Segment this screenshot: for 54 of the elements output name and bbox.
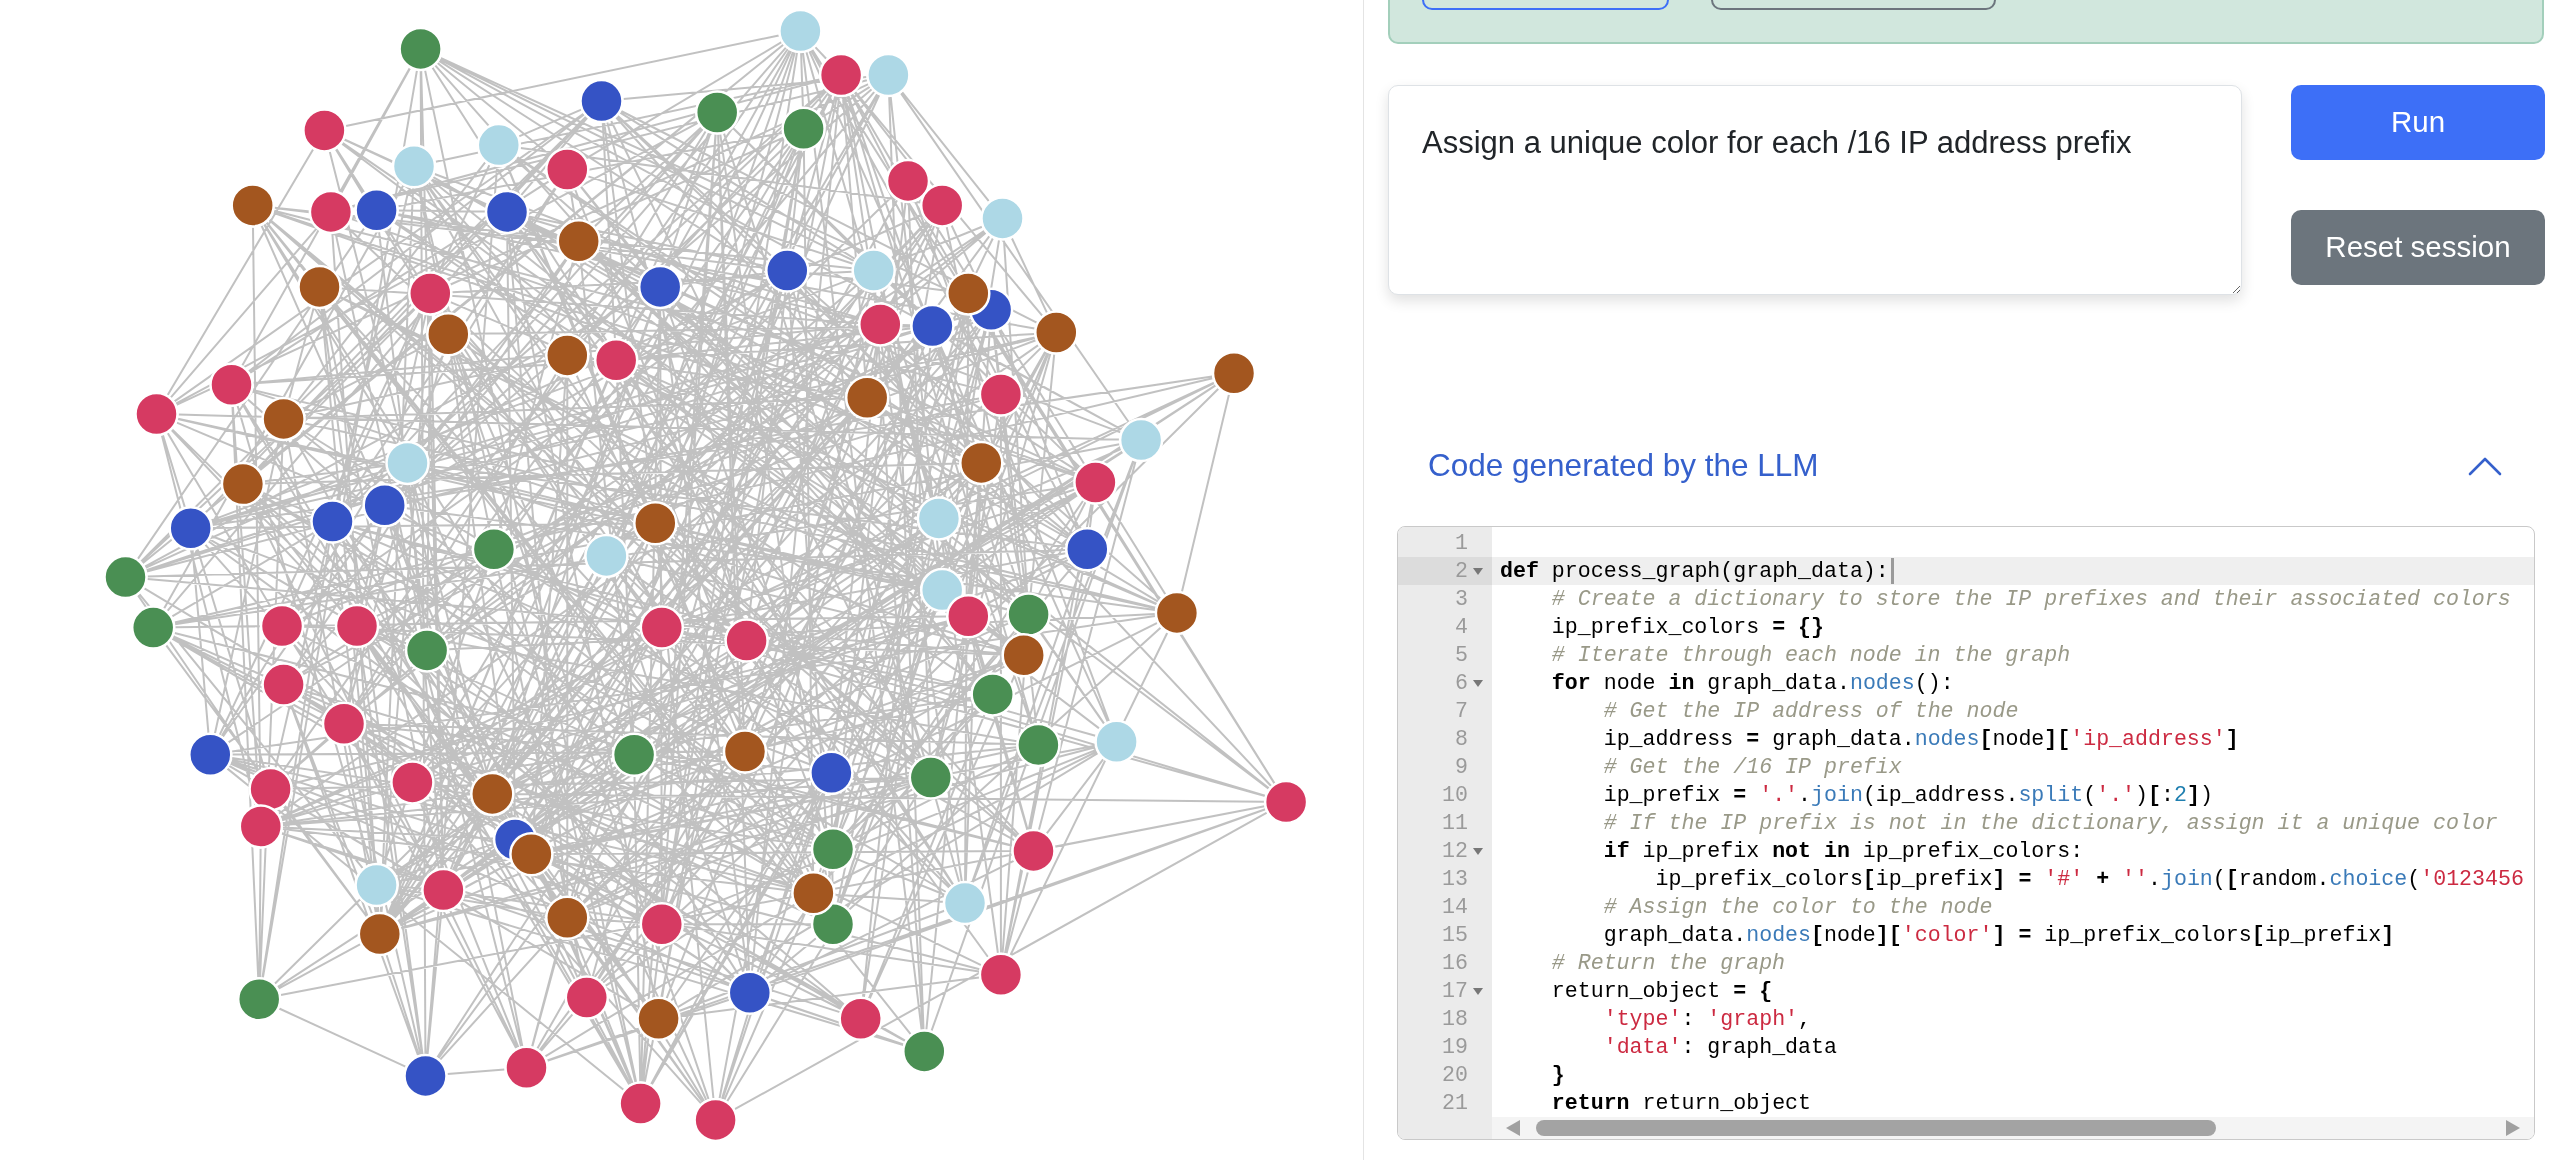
run-button[interactable]: Run (2291, 85, 2545, 160)
scrollbar-track[interactable] (1492, 1117, 2534, 1139)
line-number: 5 (1455, 642, 1468, 669)
line-number: 2 (1455, 558, 1468, 585)
fold-caret-icon[interactable] (1473, 679, 1483, 687)
fold-caret-icon[interactable] (1473, 567, 1483, 575)
line-number: 8 (1455, 726, 1468, 753)
text-cursor (1890, 558, 1894, 584)
scrollbar-thumb[interactable] (1536, 1120, 2216, 1136)
line-number: 12 (1442, 838, 1468, 865)
line-number: 21 (1442, 1090, 1468, 1117)
line-number: 4 (1455, 614, 1468, 641)
code-line: for node in graph_data.nodes(): (1551, 670, 1954, 697)
line-number: 9 (1455, 754, 1468, 781)
scroll-left-arrow-icon[interactable] (1506, 1120, 1520, 1136)
line-number: 6 (1455, 670, 1468, 697)
line-number: 3 (1455, 586, 1468, 613)
code-line: # Return the graph (1551, 950, 1786, 977)
code-line: # Iterate through each node in the graph (1551, 642, 2071, 669)
code-line: ip_prefix = '.'.join(ip_address.split('.')[:2]) (1603, 782, 2213, 809)
code-line: return_object = { (1551, 978, 1773, 1005)
code-line: # Get the /16 IP prefix (1603, 754, 1902, 781)
line-number: 16 (1442, 950, 1468, 977)
prompt-field[interactable]: Assign a unique color for each /16 IP address prefix (1388, 85, 2242, 295)
fold-caret-icon[interactable] (1473, 987, 1483, 995)
code-line: ip_prefix_colors[ip_prefix] = '#' + ''.join([random.choice('0123456 (1655, 866, 2524, 893)
code-line: ip_prefix_colors = {} (1551, 614, 1824, 641)
accordion-header[interactable]: Code generated by the LLM (1388, 420, 2544, 512)
fold-caret-icon[interactable] (1473, 847, 1483, 855)
line-number: 15 (1442, 922, 1468, 949)
code-line: if ip_prefix not in ip_prefix_colors: (1603, 838, 2084, 865)
line-number: 17 (1442, 978, 1468, 1005)
code-line: } (1551, 1062, 1565, 1089)
code-line: # Create a dictionary to store the IP prefixes and their associated colors (1551, 586, 2511, 613)
code-line: def process_graph(graph_data): (1500, 558, 1889, 585)
code-line: return return_object (1551, 1090, 1811, 1117)
line-number: 20 (1442, 1062, 1468, 1089)
scroll-right-arrow-icon[interactable] (2506, 1120, 2520, 1136)
code-line: ip_address = graph_data.nodes[node]['ip_address'] (1603, 726, 2239, 753)
code-line: # Get the IP address of the node (1603, 698, 2019, 725)
code-line: 'data': graph_data (1603, 1034, 1837, 1061)
reset-session-button[interactable]: Reset session (2291, 210, 2545, 285)
code-line: # Assign the color to the node (1603, 894, 1993, 921)
line-number: 13 (1442, 866, 1468, 893)
code-line: 'type': 'graph', (1603, 1006, 1812, 1033)
code-line: graph_data.nodes[node]['color'] = ip_prefix_colors[ip_prefix] (1603, 922, 2395, 949)
line-number: 1 (1455, 530, 1468, 557)
line-number: 7 (1455, 698, 1468, 725)
code-line: # If the IP prefix is not in the dictionary, assign it a unique color (1603, 810, 2498, 837)
line-number: 19 (1442, 1034, 1468, 1061)
line-number: 14 (1442, 894, 1468, 921)
line-number: 10 (1442, 782, 1468, 809)
line-number: 11 (1442, 810, 1468, 837)
line-number: 18 (1442, 1006, 1468, 1033)
